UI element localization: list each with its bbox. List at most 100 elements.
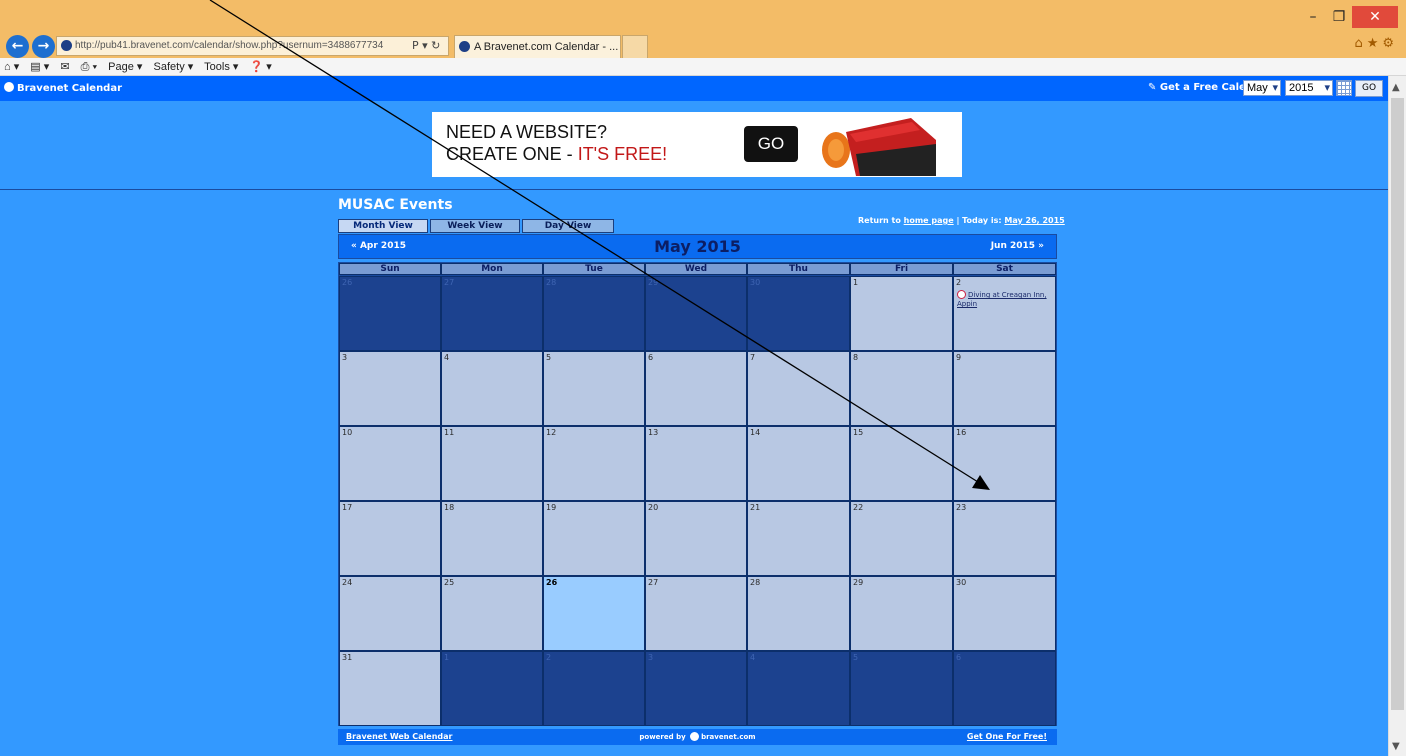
day-cell[interactable]: 22 <box>850 501 953 576</box>
minimize-icon[interactable]: – <box>1300 6 1326 28</box>
address-text: http://pub41.bravenet.com/calendar/show.… <box>75 40 384 51</box>
day-cell[interactable]: 2 <box>543 651 645 726</box>
tab-month-view[interactable]: Month View <box>338 219 428 233</box>
day-cell[interactable]: 27 <box>441 276 543 351</box>
safety-menu[interactable]: Safety ▾ <box>154 61 194 73</box>
day-cell[interactable]: 9 <box>953 351 1056 426</box>
day-number: 4 <box>444 353 450 362</box>
day-cell[interactable]: 13 <box>645 426 747 501</box>
day-cell[interactable]: 19 <box>543 501 645 576</box>
home-favorites-settings-icon[interactable]: ⌂★⚙ <box>1354 36 1398 51</box>
feeds-menu[interactable]: ▤ ▾ <box>30 61 49 73</box>
day-number: 6 <box>956 653 962 662</box>
month-select[interactable]: May <box>1243 80 1281 96</box>
day-cell[interactable]: 30 <box>953 576 1056 651</box>
search-refresh-icon[interactable]: Ρ ▾ ↻ <box>412 36 440 56</box>
tools-menu[interactable]: Tools ▾ <box>204 61 238 73</box>
day-cell[interactable]: 7 <box>747 351 850 426</box>
calendar-footer: Bravenet Web Calendar powered by bravene… <box>338 729 1057 745</box>
day-cell[interactable]: 6 <box>645 351 747 426</box>
tab-week-view[interactable]: Week View <box>430 219 520 233</box>
scroll-down-icon[interactable]: ▼ <box>1392 741 1400 752</box>
day-number: 11 <box>444 428 455 437</box>
day-cell[interactable]: 3 <box>339 351 441 426</box>
day-cell[interactable]: 31 <box>339 651 441 726</box>
day-cell[interactable]: 21 <box>747 501 850 576</box>
day-cell[interactable]: 4 <box>747 651 850 726</box>
day-cell[interactable]: 10 <box>339 426 441 501</box>
day-cell[interactable]: 12 <box>543 426 645 501</box>
day-cell[interactable]: 29 <box>645 276 747 351</box>
day-number: 2 <box>546 653 552 662</box>
page-menu[interactable]: Page ▾ <box>108 61 142 73</box>
day-number: 5 <box>853 653 859 662</box>
today-link[interactable]: May 26, 2015 <box>1004 216 1064 225</box>
ad-go-button[interactable]: GO <box>744 126 798 162</box>
weekday-header: Sat <box>953 263 1056 275</box>
day-number: 29 <box>648 278 659 287</box>
print-menu[interactable]: ⎙ ▾ <box>81 61 97 73</box>
day-cell[interactable]: 23 <box>953 501 1056 576</box>
vertical-scrollbar[interactable]: ▲ ▼ <box>1388 76 1406 756</box>
day-cell[interactable]: 17 <box>339 501 441 576</box>
close-icon[interactable]: ✕ <box>1352 6 1398 28</box>
mail-icon[interactable]: ✉ <box>60 61 69 73</box>
day-cell[interactable]: 8 <box>850 351 953 426</box>
day-cell[interactable]: 6 <box>953 651 1056 726</box>
month-label: May 2015 <box>654 237 741 256</box>
bravenet-logo-icon <box>690 732 700 741</box>
back-button-icon[interactable]: ← <box>6 35 29 58</box>
get-one-free-link[interactable]: Get One For Free! <box>967 732 1047 741</box>
browser-tab[interactable]: A Bravenet.com Calendar - ... × <box>454 35 621 58</box>
day-cell[interactable]: 15 <box>850 426 953 501</box>
day-cell[interactable]: 3 <box>645 651 747 726</box>
day-number: 24 <box>342 578 353 587</box>
day-cell[interactable]: 28 <box>747 576 850 651</box>
day-cell[interactable]: 30 <box>747 276 850 351</box>
day-cell[interactable]: 11 <box>441 426 543 501</box>
day-number: 5 <box>546 353 552 362</box>
bravenet-logo-icon <box>4 82 14 92</box>
ad-banner[interactable]: NEED A WEBSITE? CREATE ONE - IT'S FREE! … <box>432 112 962 177</box>
tab-day-view[interactable]: Day View <box>522 219 614 233</box>
scroll-up-icon[interactable]: ▲ <box>1392 82 1400 93</box>
day-cell[interactable]: 24 <box>339 576 441 651</box>
day-cell[interactable]: 14 <box>747 426 850 501</box>
calendar-grid-icon[interactable] <box>1336 80 1352 96</box>
day-cell[interactable]: 5 <box>543 351 645 426</box>
day-cell[interactable]: 1 <box>850 276 953 351</box>
home-menu[interactable]: ⌂ ▾ <box>4 61 19 73</box>
calendar-grid: Sun Mon Tue Wed Thu Fri Sat 26 27 28 29 30 1 2 Diving … <box>338 262 1057 726</box>
day-cell[interactable]: 26 <box>339 276 441 351</box>
go-button[interactable]: GO <box>1355 80 1383 97</box>
day-cell[interactable]: 20 <box>645 501 747 576</box>
scroll-thumb[interactable] <box>1391 98 1404 710</box>
forward-button-icon[interactable]: → <box>32 35 55 58</box>
day-number: 16 <box>956 428 967 437</box>
next-month-link[interactable]: Jun 2015 » <box>991 241 1044 251</box>
day-cell[interactable]: 18 <box>441 501 543 576</box>
day-cell[interactable]: 27 <box>645 576 747 651</box>
new-tab-button[interactable] <box>622 35 648 58</box>
maximize-icon[interactable]: ❐ <box>1326 6 1352 28</box>
divider <box>0 189 1388 190</box>
day-number: 27 <box>648 578 659 587</box>
day-cell[interactable]: 28 <box>543 276 645 351</box>
day-cell-today[interactable]: 26 <box>543 576 645 651</box>
day-cell[interactable]: 16 <box>953 426 1056 501</box>
day-cell[interactable]: 2 Diving at Creagan Inn, Appin <box>953 276 1056 351</box>
address-bar[interactable]: http://pub41.bravenet.com/calendar/show.… <box>56 36 449 56</box>
home-page-link[interactable]: home page <box>904 216 954 225</box>
year-select[interactable]: 2015 <box>1285 80 1333 96</box>
day-number: 19 <box>546 503 557 512</box>
bravenet-brand[interactable]: Bravenet Calendar <box>4 82 122 94</box>
day-cell[interactable]: 5 <box>850 651 953 726</box>
day-cell[interactable]: 4 <box>441 351 543 426</box>
day-cell[interactable]: 1 <box>441 651 543 726</box>
ad-viewer-image <box>822 118 936 176</box>
event-link[interactable]: Diving at Creagan Inn, Appin <box>957 290 1053 309</box>
day-cell[interactable]: 25 <box>441 576 543 651</box>
day-cell[interactable]: 29 <box>850 576 953 651</box>
site-icon <box>61 40 72 51</box>
help-menu[interactable]: ❓ ▾ <box>249 61 271 73</box>
